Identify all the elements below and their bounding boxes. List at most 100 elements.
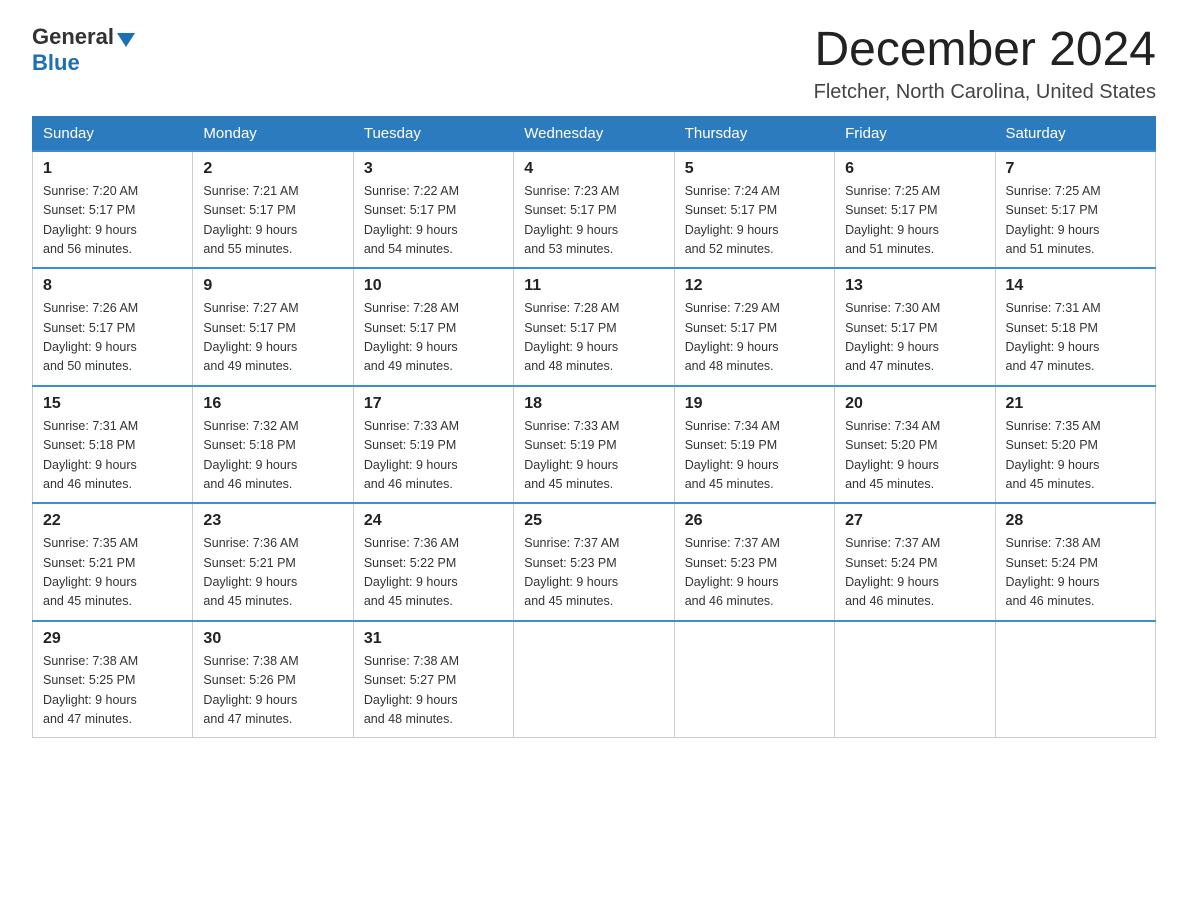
day-info: Sunrise: 7:25 AMSunset: 5:17 PMDaylight:…: [845, 184, 940, 256]
day-info: Sunrise: 7:34 AMSunset: 5:19 PMDaylight:…: [685, 419, 780, 491]
location-subtitle: Fletcher, North Carolina, United States: [814, 81, 1156, 104]
header-saturday: Saturday: [995, 116, 1155, 151]
day-info: Sunrise: 7:38 AMSunset: 5:27 PMDaylight:…: [364, 654, 459, 726]
calendar-cell: 25 Sunrise: 7:37 AMSunset: 5:23 PMDaylig…: [514, 503, 674, 621]
calendar-cell: 30 Sunrise: 7:38 AMSunset: 5:26 PMDaylig…: [193, 621, 353, 738]
calendar-cell: 9 Sunrise: 7:27 AMSunset: 5:17 PMDayligh…: [193, 268, 353, 386]
day-number: 26: [685, 512, 824, 530]
calendar-cell: 31 Sunrise: 7:38 AMSunset: 5:27 PMDaylig…: [353, 621, 513, 738]
calendar-cell: 27 Sunrise: 7:37 AMSunset: 5:24 PMDaylig…: [835, 503, 995, 621]
calendar-cell: 13 Sunrise: 7:30 AMSunset: 5:17 PMDaylig…: [835, 268, 995, 386]
day-number: 17: [364, 395, 503, 413]
day-info: Sunrise: 7:38 AMSunset: 5:25 PMDaylight:…: [43, 654, 138, 726]
calendar-cell: 6 Sunrise: 7:25 AMSunset: 5:17 PMDayligh…: [835, 151, 995, 269]
calendar-cell: 11 Sunrise: 7:28 AMSunset: 5:17 PMDaylig…: [514, 268, 674, 386]
day-info: Sunrise: 7:32 AMSunset: 5:18 PMDaylight:…: [203, 419, 298, 491]
day-number: 14: [1006, 277, 1145, 295]
calendar-cell: 7 Sunrise: 7:25 AMSunset: 5:17 PMDayligh…: [995, 151, 1155, 269]
header-thursday: Thursday: [674, 116, 834, 151]
calendar-week-row: 1 Sunrise: 7:20 AMSunset: 5:17 PMDayligh…: [33, 151, 1156, 269]
calendar-cell: 15 Sunrise: 7:31 AMSunset: 5:18 PMDaylig…: [33, 386, 193, 504]
calendar-cell: 19 Sunrise: 7:34 AMSunset: 5:19 PMDaylig…: [674, 386, 834, 504]
day-number: 31: [364, 630, 503, 648]
day-info: Sunrise: 7:36 AMSunset: 5:22 PMDaylight:…: [364, 536, 459, 608]
day-info: Sunrise: 7:31 AMSunset: 5:18 PMDaylight:…: [1006, 301, 1101, 373]
calendar-cell: 12 Sunrise: 7:29 AMSunset: 5:17 PMDaylig…: [674, 268, 834, 386]
day-number: 4: [524, 160, 663, 178]
calendar-cell: 1 Sunrise: 7:20 AMSunset: 5:17 PMDayligh…: [33, 151, 193, 269]
calendar-cell: 4 Sunrise: 7:23 AMSunset: 5:17 PMDayligh…: [514, 151, 674, 269]
day-info: Sunrise: 7:26 AMSunset: 5:17 PMDaylight:…: [43, 301, 138, 373]
day-number: 29: [43, 630, 182, 648]
logo-blue-text: Blue: [32, 50, 80, 75]
calendar-cell: [674, 621, 834, 738]
calendar-week-row: 8 Sunrise: 7:26 AMSunset: 5:17 PMDayligh…: [33, 268, 1156, 386]
calendar-cell: 23 Sunrise: 7:36 AMSunset: 5:21 PMDaylig…: [193, 503, 353, 621]
day-info: Sunrise: 7:20 AMSunset: 5:17 PMDaylight:…: [43, 184, 138, 256]
day-info: Sunrise: 7:30 AMSunset: 5:17 PMDaylight:…: [845, 301, 940, 373]
title-area: December 2024 Fletcher, North Carolina, …: [814, 24, 1156, 104]
day-number: 18: [524, 395, 663, 413]
header-friday: Friday: [835, 116, 995, 151]
calendar-cell: 22 Sunrise: 7:35 AMSunset: 5:21 PMDaylig…: [33, 503, 193, 621]
page-header: General Blue December 2024 Fletcher, Nor…: [32, 24, 1156, 104]
calendar-week-row: 29 Sunrise: 7:38 AMSunset: 5:25 PMDaylig…: [33, 621, 1156, 738]
calendar-cell: 26 Sunrise: 7:37 AMSunset: 5:23 PMDaylig…: [674, 503, 834, 621]
calendar-cell: [514, 621, 674, 738]
day-number: 23: [203, 512, 342, 530]
day-number: 3: [364, 160, 503, 178]
day-number: 30: [203, 630, 342, 648]
calendar-cell: 28 Sunrise: 7:38 AMSunset: 5:24 PMDaylig…: [995, 503, 1155, 621]
calendar-cell: 24 Sunrise: 7:36 AMSunset: 5:22 PMDaylig…: [353, 503, 513, 621]
day-number: 6: [845, 160, 984, 178]
calendar-cell: 29 Sunrise: 7:38 AMSunset: 5:25 PMDaylig…: [33, 621, 193, 738]
calendar-cell: 2 Sunrise: 7:21 AMSunset: 5:17 PMDayligh…: [193, 151, 353, 269]
weekday-header-row: Sunday Monday Tuesday Wednesday Thursday…: [33, 116, 1156, 151]
day-info: Sunrise: 7:34 AMSunset: 5:20 PMDaylight:…: [845, 419, 940, 491]
day-info: Sunrise: 7:25 AMSunset: 5:17 PMDaylight:…: [1006, 184, 1101, 256]
day-info: Sunrise: 7:28 AMSunset: 5:17 PMDaylight:…: [364, 301, 459, 373]
day-info: Sunrise: 7:31 AMSunset: 5:18 PMDaylight:…: [43, 419, 138, 491]
day-number: 20: [845, 395, 984, 413]
day-number: 10: [364, 277, 503, 295]
day-number: 24: [364, 512, 503, 530]
day-info: Sunrise: 7:21 AMSunset: 5:17 PMDaylight:…: [203, 184, 298, 256]
day-info: Sunrise: 7:37 AMSunset: 5:23 PMDaylight:…: [685, 536, 780, 608]
day-number: 8: [43, 277, 182, 295]
calendar-cell: 21 Sunrise: 7:35 AMSunset: 5:20 PMDaylig…: [995, 386, 1155, 504]
logo-general-text: General: [32, 24, 114, 50]
header-monday: Monday: [193, 116, 353, 151]
day-info: Sunrise: 7:38 AMSunset: 5:26 PMDaylight:…: [203, 654, 298, 726]
day-number: 16: [203, 395, 342, 413]
header-sunday: Sunday: [33, 116, 193, 151]
day-number: 15: [43, 395, 182, 413]
calendar-cell: 8 Sunrise: 7:26 AMSunset: 5:17 PMDayligh…: [33, 268, 193, 386]
day-number: 12: [685, 277, 824, 295]
day-info: Sunrise: 7:29 AMSunset: 5:17 PMDaylight:…: [685, 301, 780, 373]
day-number: 1: [43, 160, 182, 178]
day-number: 7: [1006, 160, 1145, 178]
day-info: Sunrise: 7:36 AMSunset: 5:21 PMDaylight:…: [203, 536, 298, 608]
day-number: 2: [203, 160, 342, 178]
header-tuesday: Tuesday: [353, 116, 513, 151]
calendar-cell: 20 Sunrise: 7:34 AMSunset: 5:20 PMDaylig…: [835, 386, 995, 504]
day-info: Sunrise: 7:38 AMSunset: 5:24 PMDaylight:…: [1006, 536, 1101, 608]
calendar-cell: 5 Sunrise: 7:24 AMSunset: 5:17 PMDayligh…: [674, 151, 834, 269]
logo: General Blue: [32, 24, 135, 76]
calendar-cell: [995, 621, 1155, 738]
day-number: 21: [1006, 395, 1145, 413]
day-info: Sunrise: 7:22 AMSunset: 5:17 PMDaylight:…: [364, 184, 459, 256]
calendar-cell: 18 Sunrise: 7:33 AMSunset: 5:19 PMDaylig…: [514, 386, 674, 504]
day-number: 9: [203, 277, 342, 295]
day-number: 27: [845, 512, 984, 530]
day-info: Sunrise: 7:37 AMSunset: 5:23 PMDaylight:…: [524, 536, 619, 608]
day-info: Sunrise: 7:27 AMSunset: 5:17 PMDaylight:…: [203, 301, 298, 373]
header-wednesday: Wednesday: [514, 116, 674, 151]
calendar-cell: 10 Sunrise: 7:28 AMSunset: 5:17 PMDaylig…: [353, 268, 513, 386]
logo-triangle-icon: [117, 33, 135, 47]
day-number: 13: [845, 277, 984, 295]
month-year-title: December 2024: [814, 24, 1156, 77]
day-info: Sunrise: 7:37 AMSunset: 5:24 PMDaylight:…: [845, 536, 940, 608]
calendar-week-row: 15 Sunrise: 7:31 AMSunset: 5:18 PMDaylig…: [33, 386, 1156, 504]
day-number: 22: [43, 512, 182, 530]
